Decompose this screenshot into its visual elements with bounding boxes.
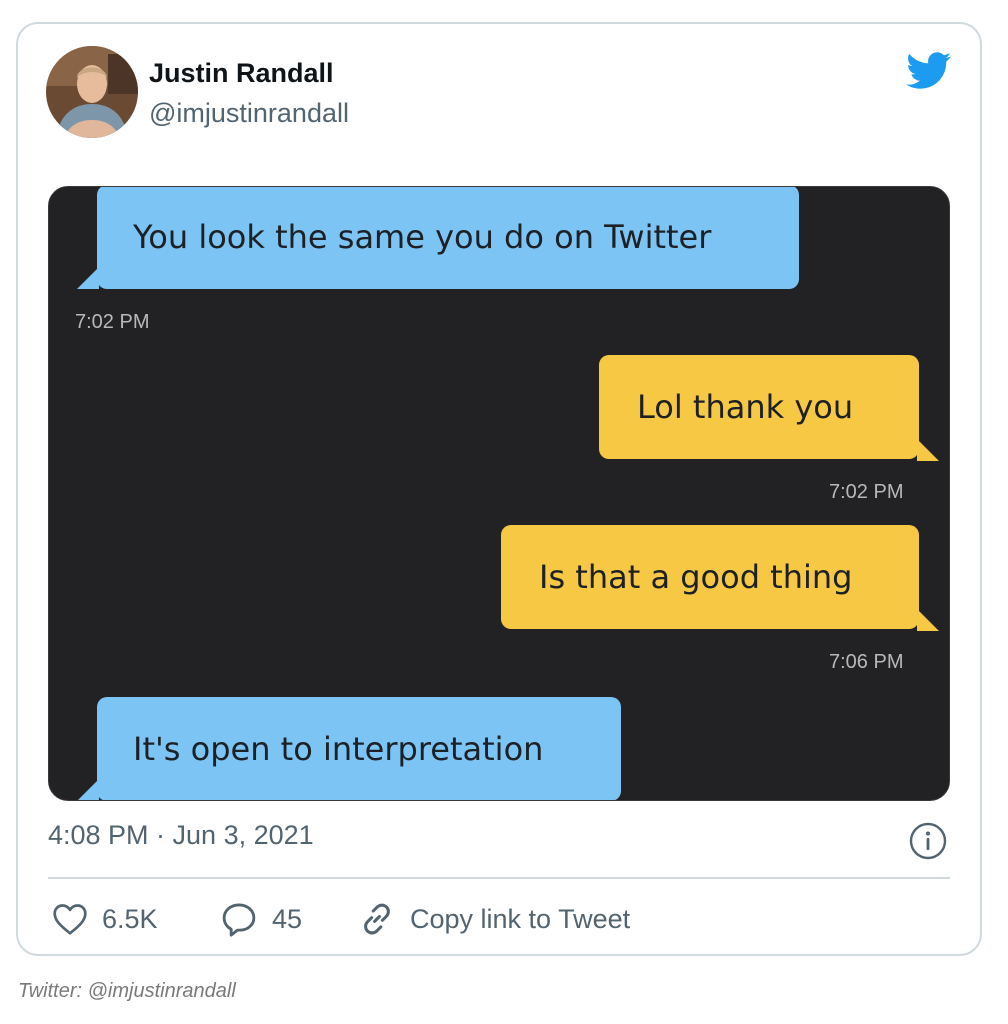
like-button[interactable]: 6.5K [52,897,158,941]
message-bubble-outgoing[interactable]: Lol thank you [599,355,919,459]
message-bubble-outgoing[interactable]: Is that a good thing [501,525,919,629]
like-count: 6.5K [102,903,158,934]
tweet-timestamp[interactable]: 4:08 PM · Jun 3, 2021 [48,820,314,851]
message-text: Is that a good thing [539,558,853,596]
message-text: Lol thank you [637,388,854,426]
message-time: 7:06 PM [829,651,904,673]
message-bubble-incoming[interactable]: It's open to interpretation [97,697,621,800]
heart-icon [52,902,88,936]
avatar[interactable] [46,46,138,138]
twitter-bird-icon[interactable] [906,52,952,90]
reply-icon [220,901,258,937]
message-text: You look the same you do on Twitter [133,218,712,256]
chat-screenshot[interactable]: You look the same you do on Twitter 7:02… [48,186,950,801]
link-icon [358,900,396,938]
message-bubble-incoming[interactable]: You look the same you do on Twitter [97,187,799,289]
image-caption: Twitter: @imjustinrandall [18,980,236,1002]
author-handle[interactable]: @imjustinrandall [149,98,349,129]
bubble-tail [77,267,99,289]
bubble-tail [917,439,939,461]
author-name[interactable]: Justin Randall [149,58,334,89]
reply-count: 45 [272,903,303,934]
copy-link-button[interactable]: Copy link to Tweet [358,897,630,941]
reply-button[interactable]: 45 [220,897,302,941]
message-time: 7:02 PM [829,481,904,503]
message-text: It's open to interpretation [133,730,544,768]
message-time: 7:02 PM [75,311,150,333]
bubble-tail [917,609,939,631]
bubble-tail [78,779,99,800]
copy-link-label: Copy link to Tweet [410,903,631,934]
divider [48,877,950,879]
info-icon[interactable] [908,821,948,861]
